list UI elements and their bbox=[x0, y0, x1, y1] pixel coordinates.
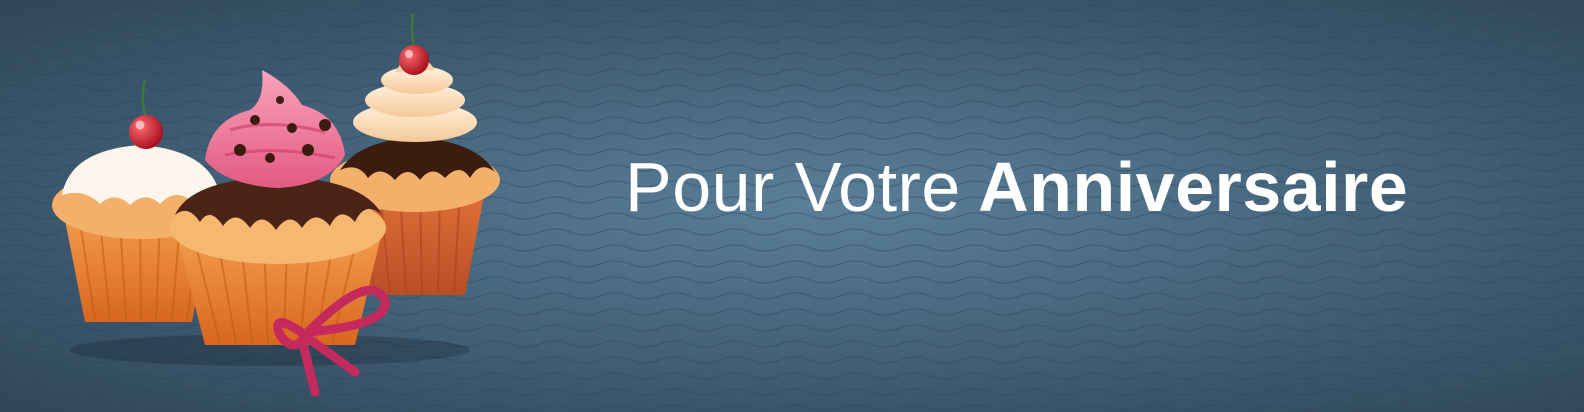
cupcakes-illustration bbox=[52, 13, 500, 397]
banner-headline: Pour Votre Anniversaire bbox=[625, 140, 1408, 234]
headline-light-text: Pour Votre bbox=[625, 148, 961, 226]
pink-cupcake bbox=[170, 70, 386, 345]
birthday-banner: Pour Votre Anniversaire bbox=[0, 0, 1584, 412]
headline-bold-text: Anniversaire bbox=[978, 148, 1409, 226]
